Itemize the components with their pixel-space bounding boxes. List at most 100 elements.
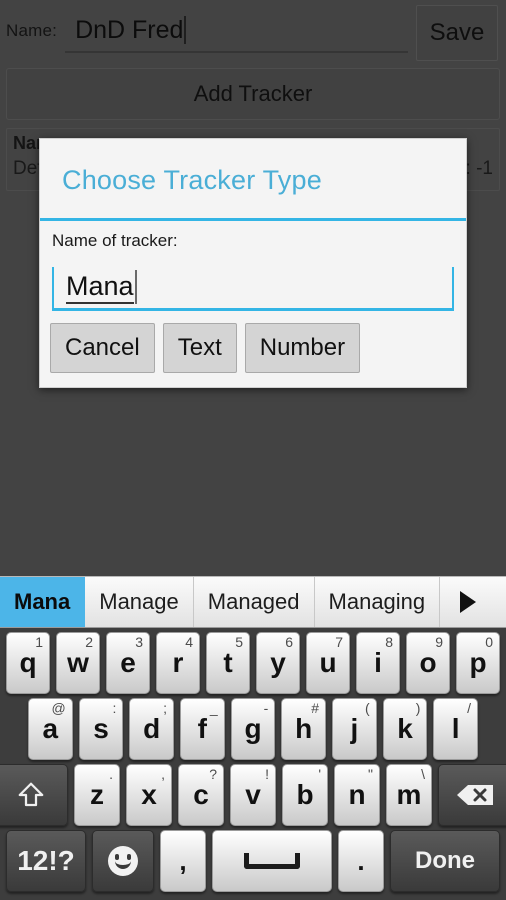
key-c[interactable]: ? c [178,764,224,826]
suggestion-item[interactable]: Managing [315,577,441,627]
row2-left-spacer [3,698,25,760]
key-hint: ) [415,700,421,716]
key-hint: ' [318,766,321,782]
key-hint: ? [209,766,217,782]
key-hint: 0 [485,634,493,650]
key-hint: \ [421,766,425,782]
key-hint: 5 [235,634,243,650]
suggestion-item[interactable]: Managed [194,577,315,627]
key-hint: @ [51,700,66,716]
row2-right-spacer [481,698,503,760]
key-label: r [172,647,184,678]
comma-key[interactable]: , [160,830,206,892]
done-key[interactable]: Done [390,830,500,892]
key-hint: . [109,766,113,782]
key-o[interactable]: 9o [406,632,450,694]
key-j[interactable]: (j [332,698,377,760]
keyboard-keys: 1q 2w 3e 4r 5t 6y 7u 8i 9o 0p @ a :s ; d _… [0,628,506,900]
symbols-key[interactable]: 12!? [6,830,86,892]
key-label: k [397,713,413,744]
triangle-right-icon [460,591,477,613]
keyboard-row-4: 12!? , . Done [3,830,503,892]
key-hint: 9 [435,634,443,650]
suggestion-item[interactable]: Manage [85,577,194,627]
key-label: u [319,647,337,678]
soft-keyboard: Mana Manage Managed Managing 1q 2w 3e 4r… [0,576,506,900]
key-label: l [451,713,460,744]
backspace-key[interactable] [438,764,506,826]
key-p[interactable]: 0p [456,632,500,694]
period-key[interactable]: . [338,830,384,892]
key-i[interactable]: 8i [356,632,400,694]
keyboard-row-2: @ a :s ; d _ f -g # h (j ) k / l [3,698,503,760]
key-label: t [223,647,233,678]
keyboard-row-3: .z ,x ? c ! v ' b " n \ m [0,764,506,826]
key-z[interactable]: .z [74,764,120,826]
key-g[interactable]: -g [230,698,276,760]
key-hint: 4 [185,634,193,650]
key-e[interactable]: 3e [106,632,150,694]
tracker-name-label: Name of tracker: [52,231,178,250]
key-hint: _ [209,700,218,716]
key-a[interactable]: @ a [27,698,73,760]
key-label: c [193,779,209,810]
key-r[interactable]: 4r [156,632,200,694]
key-q[interactable]: 1q [6,632,50,694]
key-label: y [270,647,286,678]
suggestion-item[interactable]: Mana [0,577,86,627]
key-hint: - [263,700,269,716]
key-k[interactable]: ) k [382,698,428,760]
key-hint: 1 [35,634,43,650]
smiley-icon [108,846,138,876]
key-label: x [141,779,157,810]
backspace-icon [457,785,493,805]
key-w[interactable]: 2w [56,632,100,694]
key-label: q [19,647,37,678]
key-label: w [67,647,89,678]
key-hint: 8 [385,634,393,650]
key-d[interactable]: ; d [129,698,174,760]
emoji-key[interactable] [92,830,154,892]
key-label: z [90,779,104,810]
number-button[interactable]: Number [244,323,361,373]
key-label: i [374,647,382,678]
shift-arrow-up-icon [18,782,44,807]
key-label: b [296,779,314,810]
dialog-body: Name of tracker: Mana [40,221,466,311]
key-hint: ( [365,700,370,716]
key-hint: : [112,700,117,716]
key-label: o [419,647,437,678]
smiley-mouth [115,861,131,869]
text-button[interactable]: Text [162,323,237,373]
key-label: a [42,713,59,744]
dialog-button-bar: Cancel Text Number [40,311,466,387]
keyboard-row-1: 1q 2w 3e 4r 5t 6y 7u 8i 9o 0p [3,632,503,694]
key-h[interactable]: # h [281,698,327,760]
key-label: e [120,647,136,678]
key-m[interactable]: \ m [386,764,432,826]
key-label: v [245,779,261,810]
key-n[interactable]: " n [334,764,380,826]
key-label: g [244,713,262,744]
tracker-name-input-value: Mana [66,270,134,304]
cancel-button[interactable]: Cancel [50,323,155,373]
space-key[interactable] [212,830,332,892]
key-hint: 3 [135,634,143,650]
key-l[interactable]: / l [433,698,479,760]
key-x[interactable]: ,x [126,764,172,826]
key-t[interactable]: 5t [206,632,250,694]
key-b[interactable]: ' b [282,764,328,826]
key-label: d [143,713,161,744]
key-s[interactable]: :s [78,698,124,760]
space-bar-icon [244,853,300,869]
key-hint: , [161,766,165,782]
key-hint: # [311,700,320,716]
key-f[interactable]: _ f [180,698,225,760]
shift-key[interactable] [0,764,68,826]
choose-tracker-type-dialog: Choose Tracker Type Name of tracker: Man… [39,138,467,388]
key-y[interactable]: 6y [256,632,300,694]
more-suggestions-button[interactable] [440,577,496,627]
tracker-name-input[interactable]: Mana [52,267,454,311]
key-v[interactable]: ! v [230,764,276,826]
key-u[interactable]: 7u [306,632,350,694]
